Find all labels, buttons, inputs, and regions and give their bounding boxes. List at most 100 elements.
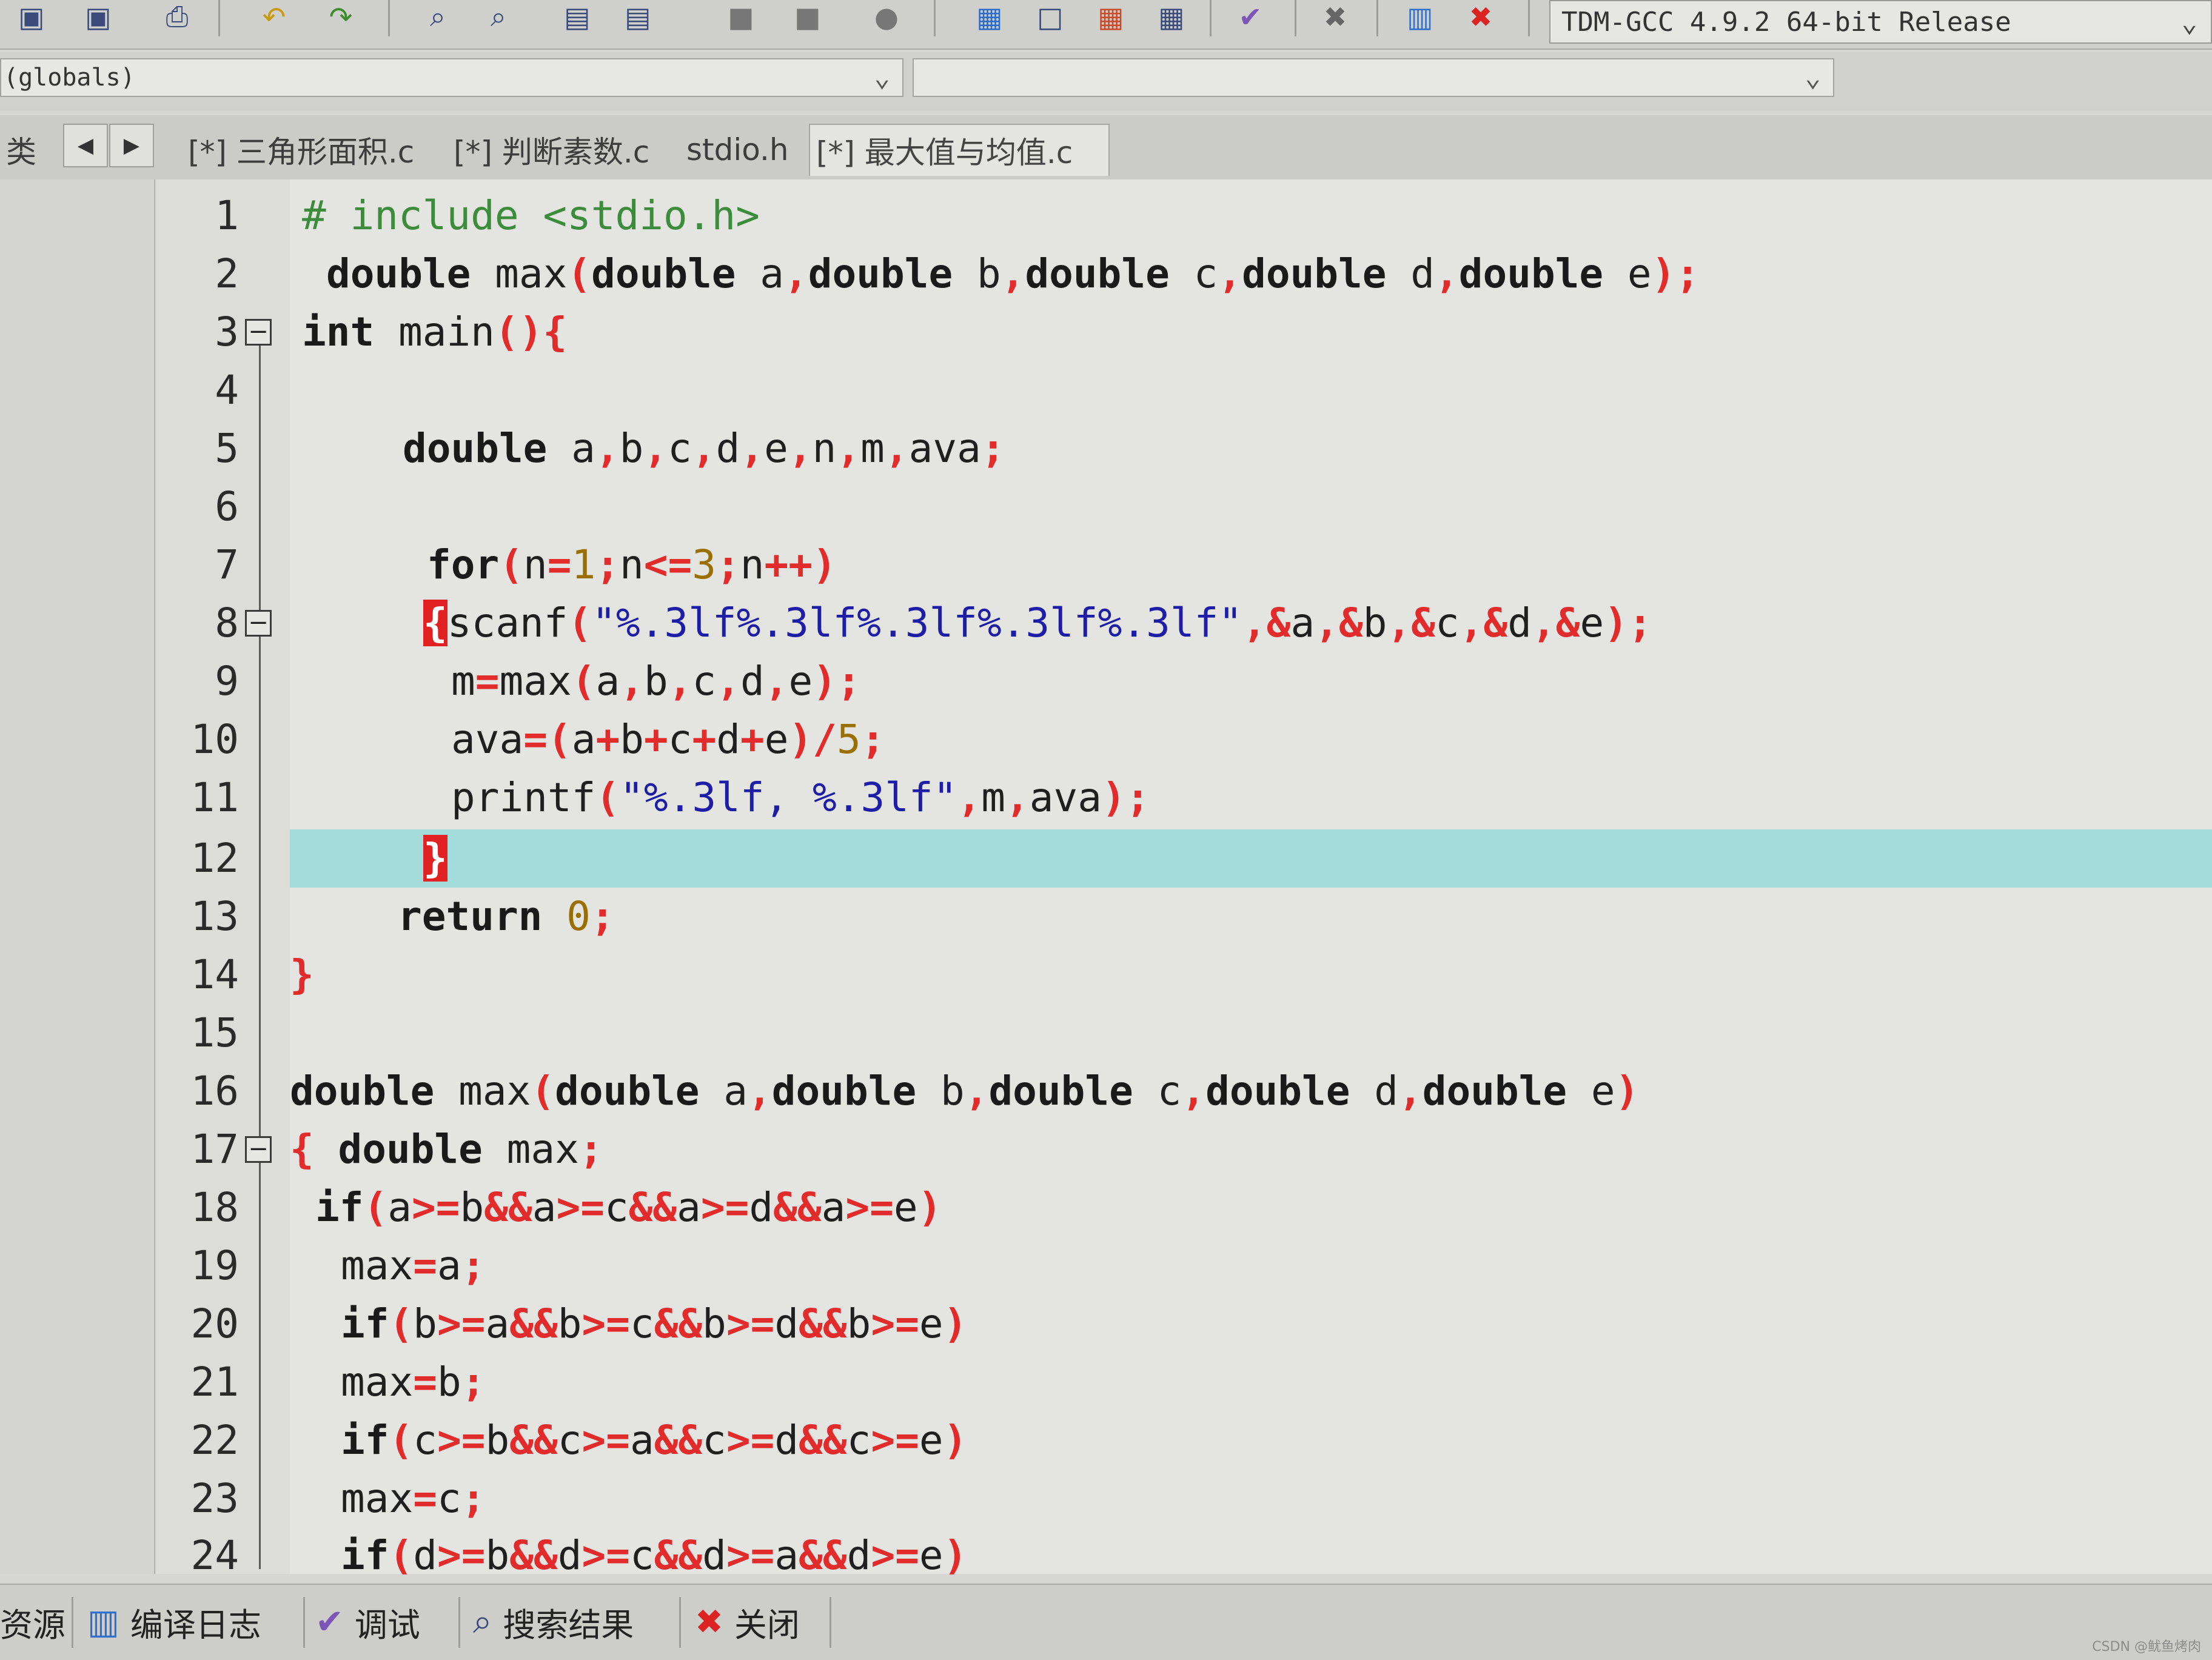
debug-icon[interactable]: ▣ (12, 0, 51, 34)
window-icon[interactable]: □ (1031, 0, 1070, 34)
code-line: 7 for(n=1;n<=3;n++) (0, 536, 2212, 594)
tab-close[interactable]: ✖ 关闭 (695, 1595, 800, 1649)
tab-file-triangle-area[interactable]: [*] 三角形面积.c (182, 124, 420, 176)
code-line: 22 if(c>=b&&c>=a&&c>=d&&c>=e) (0, 1411, 2212, 1470)
compile-icon[interactable]: ■ (722, 0, 760, 34)
line-number: 24 (190, 1532, 239, 1579)
tab-compile-log[interactable]: ▥ 编译日志 (87, 1595, 261, 1649)
code-text: double a,b,c,d,e,n,m,ava; (403, 425, 1005, 472)
tab-file-prime-check[interactable]: [*] 判断素数.c (447, 124, 655, 176)
tab-resources[interactable]: 资源 (0, 1595, 65, 1649)
chevron-down-icon: ⌄ (874, 62, 891, 93)
tab-scroll-left-icon[interactable]: ◀ (63, 124, 108, 167)
code-line: 18 if(a>=b&&a>=c&&a>=d&&a>=e) (0, 1179, 2212, 1237)
project-new-icon[interactable]: ▦ (970, 0, 1009, 34)
print-icon[interactable]: ⎙ (158, 0, 196, 34)
tab-class-browser[interactable]: 类 (0, 124, 42, 176)
toolbar-separator (218, 0, 220, 36)
code-line: 13 return 0; (0, 888, 2212, 946)
save-icon[interactable]: ▤ (558, 0, 597, 34)
code-line: 4 (0, 361, 2212, 420)
line-number: 6 (215, 483, 239, 530)
tab-scroll-right-icon[interactable]: ▶ (109, 124, 154, 167)
save-all-icon[interactable]: ▤ (618, 0, 657, 34)
redo-icon[interactable]: ↷ (321, 0, 360, 34)
line-number: 3 (215, 309, 239, 355)
tab-label: 搜索结果 (503, 1605, 634, 1644)
find-icon: ⌕ (473, 1602, 492, 1641)
tab-file-max-average[interactable]: [*] 最大值与均值.c (809, 124, 1110, 176)
toolbar-separator (388, 0, 390, 36)
line-number: 5 (215, 425, 239, 472)
debug-all-icon[interactable]: ▣ (79, 0, 118, 34)
line-number: 18 (190, 1184, 239, 1231)
code-text: max=a; (341, 1242, 486, 1289)
line-number: 4 (215, 367, 239, 413)
undo-icon[interactable]: ↶ (255, 0, 293, 34)
code-line: 2 double max(double a,double b,double c,… (0, 245, 2212, 303)
line-number: 1 (215, 192, 239, 239)
code-line: 23 max=c; (0, 1470, 2212, 1528)
grid-icon[interactable]: ▦ (1152, 0, 1191, 34)
code-text: if(b>=a&&b>=c&&b>=d&&b>=e) (341, 1300, 968, 1347)
chevron-down-icon: ⌄ (2181, 7, 2198, 38)
line-number: 7 (215, 541, 239, 588)
tab-label: [*] 三角形面积.c (188, 135, 415, 170)
line-number: 12 (190, 835, 239, 882)
check-icon[interactable]: ✔ (1231, 0, 1270, 34)
check-icon: ✔ (315, 1602, 344, 1642)
tab-label: 编译日志 (130, 1605, 261, 1644)
run-icon[interactable]: ■ (788, 0, 827, 34)
class-icon[interactable]: ▦ (1091, 0, 1130, 34)
code-text: for(n=1;n<=3;n++) (427, 541, 837, 588)
fold-toggle-icon[interactable]: − (245, 1136, 272, 1163)
line-number: 19 (190, 1242, 239, 1289)
tab-search-results[interactable]: ⌕ 搜索结果 (473, 1595, 634, 1649)
delete-icon: ✖ (695, 1602, 723, 1642)
find-icon[interactable]: ⌕ (418, 0, 457, 34)
compiler-value: TDM-GCC 4.9.2 64-bit Release (1561, 6, 2011, 38)
line-number: 20 (190, 1300, 239, 1347)
code-line: 14 } (0, 946, 2212, 1004)
tab-label: [*] 最大值与均值.c (816, 135, 1073, 170)
code-line: 24 if(d>=b&&d>=c&&d>=a&&d>=e) (0, 1527, 2212, 1585)
watermark: CSDN @鱿鱼烤肉 (2092, 1639, 2201, 1655)
toolbar-separator (934, 0, 936, 36)
fold-toggle-icon[interactable]: − (245, 319, 272, 346)
code-text: max=c; (341, 1475, 486, 1522)
code-text: ava=(a+b+c+d+e)/5; (451, 716, 885, 763)
tab-label: 关闭 (734, 1605, 800, 1644)
tab-debug[interactable]: ✔ 调试 (315, 1595, 420, 1649)
code-text: } (423, 835, 447, 882)
line-number: 13 (190, 893, 239, 940)
close-icon[interactable]: ✖ (1316, 0, 1355, 34)
toolbar-separator (1210, 0, 1212, 36)
replace-icon[interactable]: ⌕ (479, 0, 518, 34)
code-text: int main(){ (302, 309, 568, 355)
chart-icon[interactable]: ▥ (1401, 0, 1439, 34)
line-number: 8 (215, 600, 239, 646)
fold-toggle-icon[interactable]: − (245, 610, 272, 637)
tab-file-stdio-h[interactable]: stdio.h (680, 124, 795, 176)
line-number: 22 (190, 1417, 239, 1464)
code-text: {scanf("%.3lf%.3lf%.3lf%.3lf%.3lf",&a,&b… (423, 600, 1652, 646)
toolbar-separator (1295, 0, 1296, 36)
scope-combo-members[interactable]: ⌄ (913, 58, 1834, 97)
tab-separator (458, 1597, 460, 1648)
tab-label: 调试 (354, 1605, 420, 1644)
tab-label: 类 (6, 135, 36, 170)
line-number: 21 (190, 1359, 239, 1405)
file-tab-row: 类 ◀ ▶ [*] 三角形面积.c [*] 判断素数.c stdio.h [*]… (0, 115, 2212, 179)
line-number: 23 (190, 1475, 239, 1522)
compiler-select[interactable]: TDM-GCC 4.9.2 64-bit Release ⌄ (1549, 0, 2212, 44)
code-text: max=b; (341, 1359, 486, 1405)
delete-icon[interactable]: ✖ (1461, 0, 1500, 34)
code-line: 10 ava=(a+b+c+d+e)/5; (0, 711, 2212, 769)
line-number: 15 (190, 1009, 239, 1056)
code-line: 21 max=b; (0, 1353, 2212, 1411)
scope-combo-globals[interactable]: (globals) ⌄ (0, 58, 903, 97)
tab-separator (72, 1597, 73, 1648)
stop-icon[interactable]: ● (867, 0, 906, 34)
line-number: 9 (215, 658, 239, 704)
code-line: 19 max=a; (0, 1237, 2212, 1295)
